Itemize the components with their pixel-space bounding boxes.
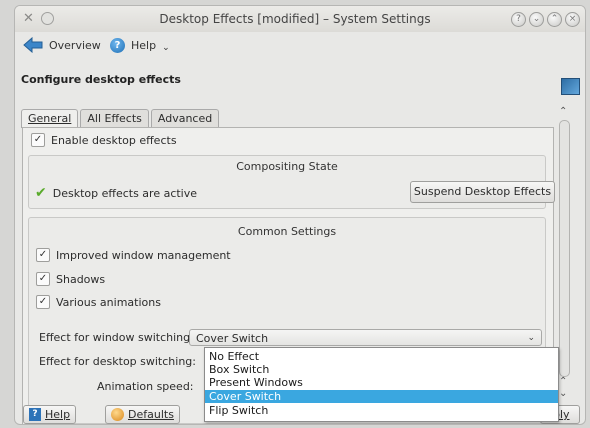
improved-window-management-checkbox[interactable]: ✓ Improved window management — [36, 248, 231, 262]
tab-general[interactable]: General — [21, 109, 79, 128]
maximize-icon[interactable]: ⌃ — [547, 12, 562, 27]
window-switching-value: Cover Switch — [196, 332, 269, 345]
dropdown-option-cover-switch[interactable]: Cover Switch — [205, 390, 558, 403]
tab-bar: General All Effects Advanced — [21, 109, 221, 128]
option-label: Improved window management — [56, 248, 231, 262]
enable-effects-label: Enable desktop effects — [51, 133, 177, 147]
effects-status-text: Desktop effects are active — [52, 186, 198, 200]
dropdown-option-flip-switch[interactable]: Flip Switch — [205, 404, 558, 417]
green-check-icon: ✔ — [35, 185, 47, 201]
scrollbar[interactable]: ⌃ ⌃ ⌄ — [557, 106, 571, 404]
enable-effects-checkbox[interactable]: ✓ Enable desktop effects — [31, 133, 177, 147]
dropdown-option-no-effect[interactable]: No Effect — [205, 350, 558, 363]
animation-speed-label: Animation speed: — [97, 380, 194, 393]
window-switching-combobox[interactable]: Cover Switch ⌄ — [189, 329, 542, 346]
dropdown-option-present-windows[interactable]: Present Windows — [205, 376, 558, 389]
tab-all-effects-label: All Effects — [87, 112, 142, 125]
help-book-icon: ? — [29, 408, 41, 421]
tab-advanced-label: Advanced — [157, 112, 213, 125]
common-settings-title: Common Settings — [237, 225, 337, 238]
app-menu-icon[interactable]: ✕ — [23, 11, 34, 26]
window-switching-label: Effect for window switching: — [39, 331, 194, 344]
toolbar: Overview ? Help ⌄ — [15, 34, 585, 58]
sticky-icon[interactable] — [41, 12, 54, 25]
minimize-icon[interactable]: ⌄ — [529, 12, 544, 27]
suspend-effects-label: Suspend Desktop Effects — [413, 185, 552, 198]
help-button-label: Help — [45, 408, 71, 421]
page-heading: Configure desktop effects — [21, 73, 181, 86]
option-label: Various animations — [56, 295, 161, 309]
close-icon[interactable]: × — [565, 12, 580, 27]
title-bar[interactable]: ✕ Desktop Effects [modified] – System Se… — [15, 6, 585, 32]
suspend-effects-button[interactable]: Suspend Desktop Effects — [410, 181, 555, 203]
window-switching-dropdown-list: No Effect Box Switch Present Windows Cov… — [204, 347, 559, 422]
help-circle-icon: ? — [110, 37, 125, 53]
compositing-state-title: Compositing State — [236, 160, 338, 173]
help-button[interactable]: ? Help — [23, 405, 77, 424]
desktop-switching-label: Effect for desktop switching: — [39, 355, 196, 368]
various-animations-checkbox[interactable]: ✓ Various animations — [36, 295, 161, 309]
shadows-checkbox[interactable]: ✓ Shadows — [36, 272, 105, 286]
help-window-icon[interactable]: ? — [511, 12, 526, 27]
scrollbar-track[interactable] — [559, 120, 570, 377]
effects-status: ✔ Desktop effects are active — [35, 185, 197, 201]
checkbox-check-icon: ✓ — [31, 133, 45, 147]
checkbox-check-icon: ✓ — [36, 295, 50, 309]
window-title: Desktop Effects [modified] – System Sett… — [159, 12, 431, 26]
defaults-button[interactable]: Defaults — [105, 405, 180, 424]
compositing-state-group: Compositing State ✔ Desktop effects are … — [28, 155, 555, 209]
scroll-down-icon[interactable]: ⌄ — [559, 388, 567, 399]
tab-all-effects[interactable]: All Effects — [80, 109, 149, 127]
option-label: Shadows — [56, 272, 106, 286]
defaults-button-label: Defaults — [128, 408, 174, 421]
dropdown-option-box-switch[interactable]: Box Switch — [205, 363, 558, 376]
chevron-down-icon: ⌄ — [162, 43, 170, 53]
desktop-effects-icon — [561, 78, 580, 95]
help-menu-button[interactable]: ? Help ⌄ — [110, 37, 170, 53]
help-label: Help — [131, 38, 157, 52]
defaults-icon — [111, 408, 124, 421]
scroll-up-small-icon[interactable]: ⌃ — [559, 376, 567, 387]
tab-general-label: General — [28, 112, 72, 125]
chevron-down-icon: ⌄ — [527, 333, 535, 343]
tab-advanced[interactable]: Advanced — [150, 109, 220, 127]
checkbox-check-icon: ✓ — [36, 272, 50, 286]
settings-window: ✕ Desktop Effects [modified] – System Se… — [14, 5, 586, 425]
back-arrow-icon — [23, 37, 43, 53]
checkbox-check-icon: ✓ — [36, 248, 50, 262]
overview-label: Overview — [49, 38, 101, 52]
overview-button[interactable]: Overview — [23, 37, 101, 53]
scroll-up-icon[interactable]: ⌃ — [559, 106, 567, 117]
